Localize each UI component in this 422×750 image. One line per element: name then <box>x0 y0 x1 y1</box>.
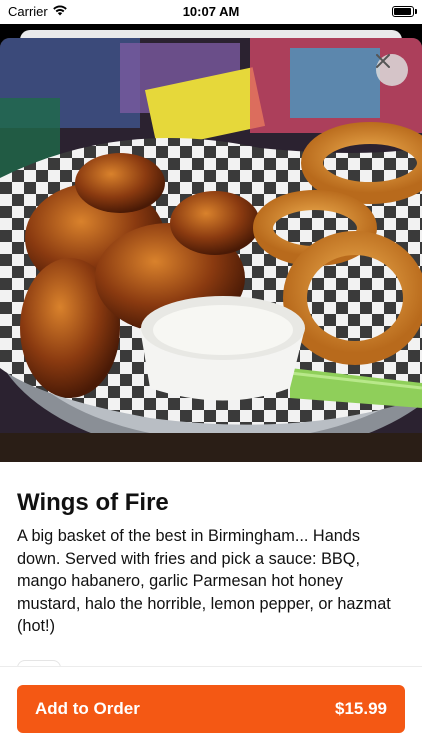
status-bar: Carrier 10:07 AM <box>0 0 422 24</box>
bottom-bar: Add to Order $15.99 <box>0 666 422 750</box>
price-label: $15.99 <box>335 699 387 718</box>
close-button[interactable] <box>376 54 408 86</box>
battery-icon <box>392 6 414 17</box>
item-photo <box>0 38 422 462</box>
item-description: A big basket of the best in Birmingham..… <box>17 527 391 635</box>
item-detail-sheet: Wings of Fire A big basket of the best i… <box>0 38 422 750</box>
close-icon <box>376 54 390 68</box>
item-title: Wings of Fire <box>17 489 169 516</box>
battery-cap <box>415 9 417 14</box>
add-to-order-label: Add to Order <box>35 699 140 718</box>
add-to-order-button[interactable]: Add to Order $15.99 <box>17 685 405 733</box>
clock: 10:07 AM <box>182 4 240 19</box>
